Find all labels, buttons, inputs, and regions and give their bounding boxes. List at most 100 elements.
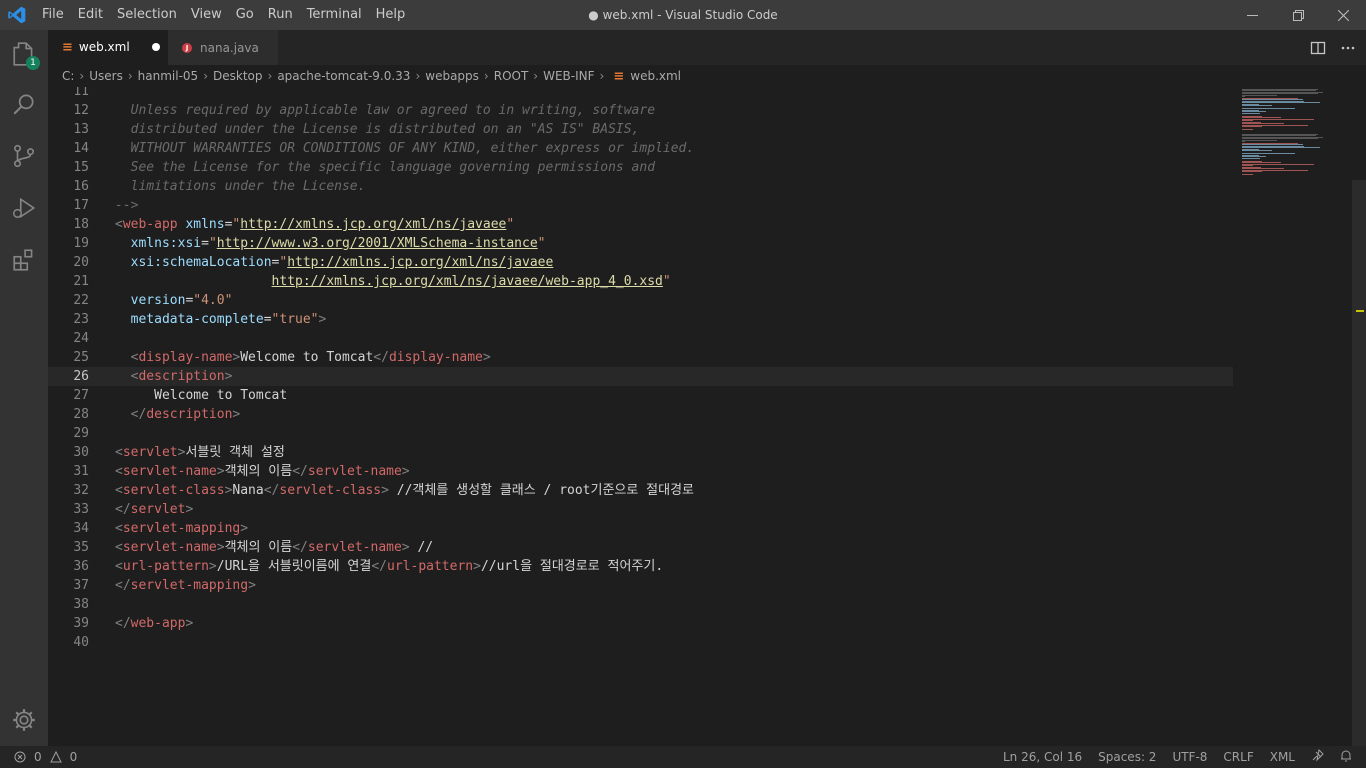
code-line[interactable]: 28 </description> (48, 405, 1233, 424)
code-token: servlet (122, 445, 178, 460)
close-button[interactable] (1320, 0, 1366, 30)
menu-go[interactable]: Go (229, 0, 261, 30)
code-line[interactable]: 35 <servlet-name>객체의 이름</servlet-name> // (48, 538, 1233, 557)
code-line[interactable]: 40 (48, 633, 1233, 652)
code-line[interactable]: 26 <description> (48, 367, 1233, 386)
code-line[interactable]: 21 http://xmlns.jcp.org/xml/ns/javaee/we… (48, 272, 1233, 291)
code-line[interactable]: 39 </web-app> (48, 614, 1233, 633)
code-line[interactable]: 11 (48, 87, 1233, 101)
tab-nana-java[interactable]: J nana.java (168, 30, 278, 65)
unsaved-dot-icon[interactable] (151, 43, 160, 51)
code-token: " (537, 236, 546, 251)
minimap-line (1242, 139, 1278, 141)
line-number: 18 (73, 217, 89, 232)
breadcrumb-item[interactable]: WEB-INF (543, 69, 594, 83)
code-line[interactable]: 24 (48, 329, 1233, 348)
menu-view[interactable]: View (184, 0, 229, 30)
file-encoding[interactable]: UTF-8 (1172, 750, 1207, 764)
code-line[interactable]: 38 (48, 595, 1233, 614)
code-line[interactable]: 30 <servlet>서블릿 객체 설정 (48, 443, 1233, 462)
minimap-line (1242, 94, 1278, 96)
menu-terminal[interactable]: Terminal (300, 0, 369, 30)
breadcrumb-item[interactable]: C: (62, 69, 74, 83)
code-token: < (115, 464, 123, 479)
minimap-line (1242, 126, 1262, 127)
breadcrumb-item[interactable]: web.xml (630, 69, 681, 83)
split-editor-icon[interactable] (1310, 40, 1326, 56)
source-control-button[interactable] (0, 132, 48, 180)
code-token: " (208, 236, 217, 251)
breadcrumb-item[interactable]: Desktop (213, 69, 263, 83)
code-line[interactable]: 23 metadata-complete="true"> (48, 310, 1233, 329)
line-number: 13 (73, 122, 89, 137)
indentation[interactable]: Spaces: 2 (1098, 750, 1156, 764)
code-line[interactable]: 15 See the License for the specific lang… (48, 158, 1233, 177)
code-token: WITHOUT WARRANTIES OR CONDITIONS OF ANY … (115, 141, 695, 156)
code-line[interactable]: 20 xsi:schemaLocation="http://xmlns.jcp.… (48, 253, 1233, 272)
code-line[interactable]: 29 (48, 424, 1233, 443)
code-line[interactable]: 32 <servlet-class>Nana</servlet-class> //… (48, 481, 1233, 500)
code-line[interactable]: 17 --> (48, 196, 1233, 215)
code-token: > (240, 521, 249, 536)
code-line[interactable]: 34 <servlet-mapping> (48, 519, 1233, 538)
code-line[interactable]: 18 <web-app xmlns="http://xmlns.jcp.org/x… (48, 215, 1233, 234)
code-editor[interactable]: 11 12 Unless required by applicable law o… (48, 87, 1366, 746)
code-token: 서블릿 객체 설정 (185, 445, 285, 460)
breadcrumb: C: › Users › hanmil-05 › Desktop › apache-to… (48, 65, 1366, 87)
breadcrumb-item[interactable]: Users (89, 69, 123, 83)
line-number: 39 (73, 616, 89, 631)
code-token: servlet-name (307, 464, 402, 479)
more-actions-icon[interactable] (1340, 40, 1356, 56)
breadcrumb-item[interactable]: hanmil-05 (138, 69, 199, 83)
code-line[interactable]: 33 </servlet> (48, 500, 1233, 519)
notifications-bell-icon[interactable] (1340, 749, 1352, 765)
restore-button[interactable] (1275, 0, 1321, 30)
code-line[interactable]: 36 <url-pattern>/URL을 서블릿이름에 연결</url-patt… (48, 557, 1233, 576)
code-line[interactable]: 25 <display-name>Welcome to Tomcat</disp… (48, 348, 1233, 367)
warning-count: 0 (69, 750, 78, 764)
code-line[interactable]: 37 </servlet-mapping> (48, 576, 1233, 595)
vertical-scrollbar[interactable] (1352, 180, 1366, 746)
code-line[interactable]: 27 Welcome to Tomcat (48, 386, 1233, 405)
code-line[interactable]: 19 xmlns:xsi="http://www.w3.org/2001/XML… (48, 234, 1233, 253)
problems-indicator[interactable]: 0 0 (14, 746, 77, 768)
cursor-position[interactable]: Ln 26, Col 16 (1003, 750, 1082, 764)
code-line[interactable]: 22 version="4.0" (48, 291, 1233, 310)
code-token: > (216, 540, 225, 555)
extensions-button[interactable] (0, 236, 48, 284)
code-token: distributed under the License is distrib… (115, 122, 640, 137)
breadcrumb-item[interactable]: apache-tomcat-9.0.33 (277, 69, 410, 83)
code-line[interactable]: 14 WITHOUT WARRANTIES OR CONDITIONS OF A… (48, 139, 1233, 158)
menu-run[interactable]: Run (261, 0, 300, 30)
line-code: <servlet-name>객체의 이름</servlet-name> (115, 462, 410, 481)
minimap[interactable] (1240, 87, 1356, 177)
code-token: metadata-complete (130, 312, 264, 327)
menu-file[interactable]: File (35, 0, 71, 30)
line-code: WITHOUT WARRANTIES OR CONDITIONS OF ANY … (115, 139, 695, 158)
code-line[interactable]: 13 distributed under the License is dist… (48, 120, 1233, 139)
code-line[interactable]: 16 limitations under the License. (48, 177, 1233, 196)
search-button[interactable] (0, 80, 48, 128)
feedback-icon[interactable] (1311, 748, 1324, 765)
breadcrumb-item[interactable]: ROOT (494, 69, 529, 83)
menu-edit[interactable]: Edit (71, 0, 110, 30)
vscode-logo-icon[interactable] (7, 5, 27, 25)
menu-selection[interactable]: Selection (110, 0, 184, 30)
tab-label: nana.java (200, 40, 259, 55)
run-debug-button[interactable] (0, 184, 48, 232)
manage-button[interactable] (0, 696, 48, 744)
code-line[interactable]: 31 <servlet-name>객체의 이름</servlet-name> (48, 462, 1233, 481)
breadcrumb-item[interactable]: webapps (425, 69, 479, 83)
line-ending[interactable]: CRLF (1223, 750, 1253, 764)
code-token: </ (115, 616, 131, 631)
code-token: </ (130, 407, 147, 422)
code-line[interactable]: 12 Unless required by applicable law or … (48, 101, 1233, 120)
chevron-right-icon: › (267, 69, 273, 83)
line-code: version="4.0" (115, 291, 233, 310)
language-mode[interactable]: XML (1270, 750, 1295, 764)
menu-help[interactable]: Help (369, 0, 413, 30)
explorer-button[interactable]: 1 (0, 30, 48, 78)
minimize-button[interactable] (1229, 0, 1275, 30)
tab-web-xml[interactable]: ≡ web.xml (48, 30, 168, 65)
